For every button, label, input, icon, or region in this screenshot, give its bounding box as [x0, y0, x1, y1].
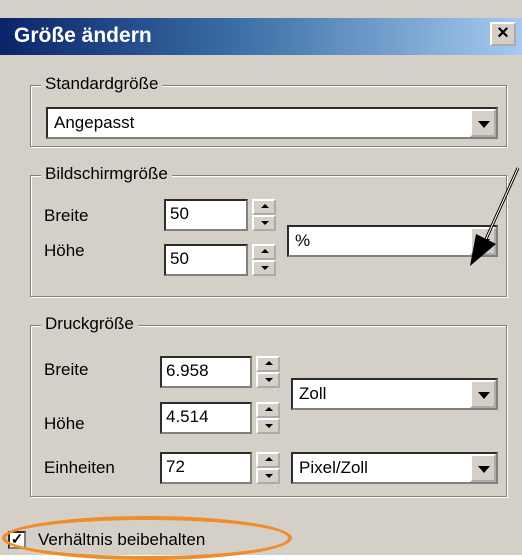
resolution-spinner[interactable] — [256, 452, 280, 484]
print-unit-select[interactable]: Zoll — [291, 378, 498, 410]
resolution-unit-select[interactable]: Pixel/Zoll — [291, 452, 498, 484]
print-size-legend: Druckgröße — [41, 314, 138, 334]
chevron-down-icon — [265, 424, 273, 428]
arrow-icon — [470, 167, 520, 266]
screen-height-label: Höhe — [44, 241, 85, 260]
spinner-down-button[interactable] — [252, 215, 276, 231]
chevron-up-icon — [261, 204, 269, 208]
spinner-up-button[interactable] — [256, 452, 280, 468]
resolution-input[interactable]: 72 — [160, 452, 252, 484]
standard-size-select[interactable]: Angepasst — [46, 107, 498, 139]
chevron-up-icon — [265, 457, 273, 461]
print-unit-dropdown-button[interactable] — [470, 380, 496, 408]
spinner-down-button[interactable] — [256, 372, 280, 388]
screen-width-spinner[interactable] — [252, 199, 276, 231]
chevron-down-icon — [478, 466, 490, 473]
chevron-down-icon — [478, 121, 490, 128]
screen-size-legend: Bildschirmgröße — [41, 164, 172, 184]
screen-height-spinner[interactable] — [252, 244, 276, 276]
standard-size-value: Angepasst — [54, 113, 135, 132]
spinner-up-button[interactable] — [252, 244, 276, 260]
spinner-down-button[interactable] — [256, 468, 280, 484]
spinner-down-button[interactable] — [252, 260, 276, 276]
chevron-down-icon — [261, 266, 269, 270]
print-width-input[interactable]: 6.958 — [160, 356, 252, 388]
screen-width-label: Breite — [44, 206, 89, 225]
highlight-ellipse — [2, 516, 292, 560]
standard-size-legend: Standardgröße — [41, 74, 163, 94]
chevron-down-icon — [478, 392, 490, 399]
resize-dialog: Größe ändern × Standardgröße Angepasst B… — [0, 0, 522, 560]
print-height-label: Höhe — [44, 414, 85, 433]
chevron-down-icon — [265, 474, 273, 478]
print-width-spinner[interactable] — [256, 356, 280, 388]
print-height-spinner[interactable] — [256, 402, 280, 434]
chevron-up-icon — [265, 361, 273, 365]
print-width-label: Breite — [44, 360, 89, 379]
screen-width-input[interactable]: 50 — [164, 199, 248, 231]
spinner-up-button[interactable] — [256, 356, 280, 372]
screen-height-input[interactable]: 50 — [164, 244, 248, 276]
spinner-up-button[interactable] — [256, 402, 280, 418]
dialog-title: Größe ändern — [14, 24, 152, 47]
chevron-down-icon — [261, 221, 269, 225]
close-icon: × — [497, 22, 509, 44]
print-unit-value: Zoll — [299, 384, 327, 403]
spinner-up-button[interactable] — [252, 199, 276, 215]
print-height-input[interactable]: 4.514 — [160, 402, 252, 434]
resolution-label: Einheiten — [44, 458, 115, 477]
resolution-unit-value: Pixel/Zoll — [299, 458, 368, 477]
spinner-down-button[interactable] — [256, 418, 280, 434]
chevron-down-icon — [265, 378, 273, 382]
chevron-up-icon — [261, 249, 269, 253]
resolution-unit-dropdown-button[interactable] — [470, 454, 496, 482]
chevron-up-icon — [265, 407, 273, 411]
screen-unit-value: % — [295, 231, 311, 250]
close-button[interactable]: × — [490, 22, 516, 46]
title-bar: Größe ändern × — [0, 18, 522, 55]
standard-size-dropdown-button[interactable] — [470, 109, 496, 137]
